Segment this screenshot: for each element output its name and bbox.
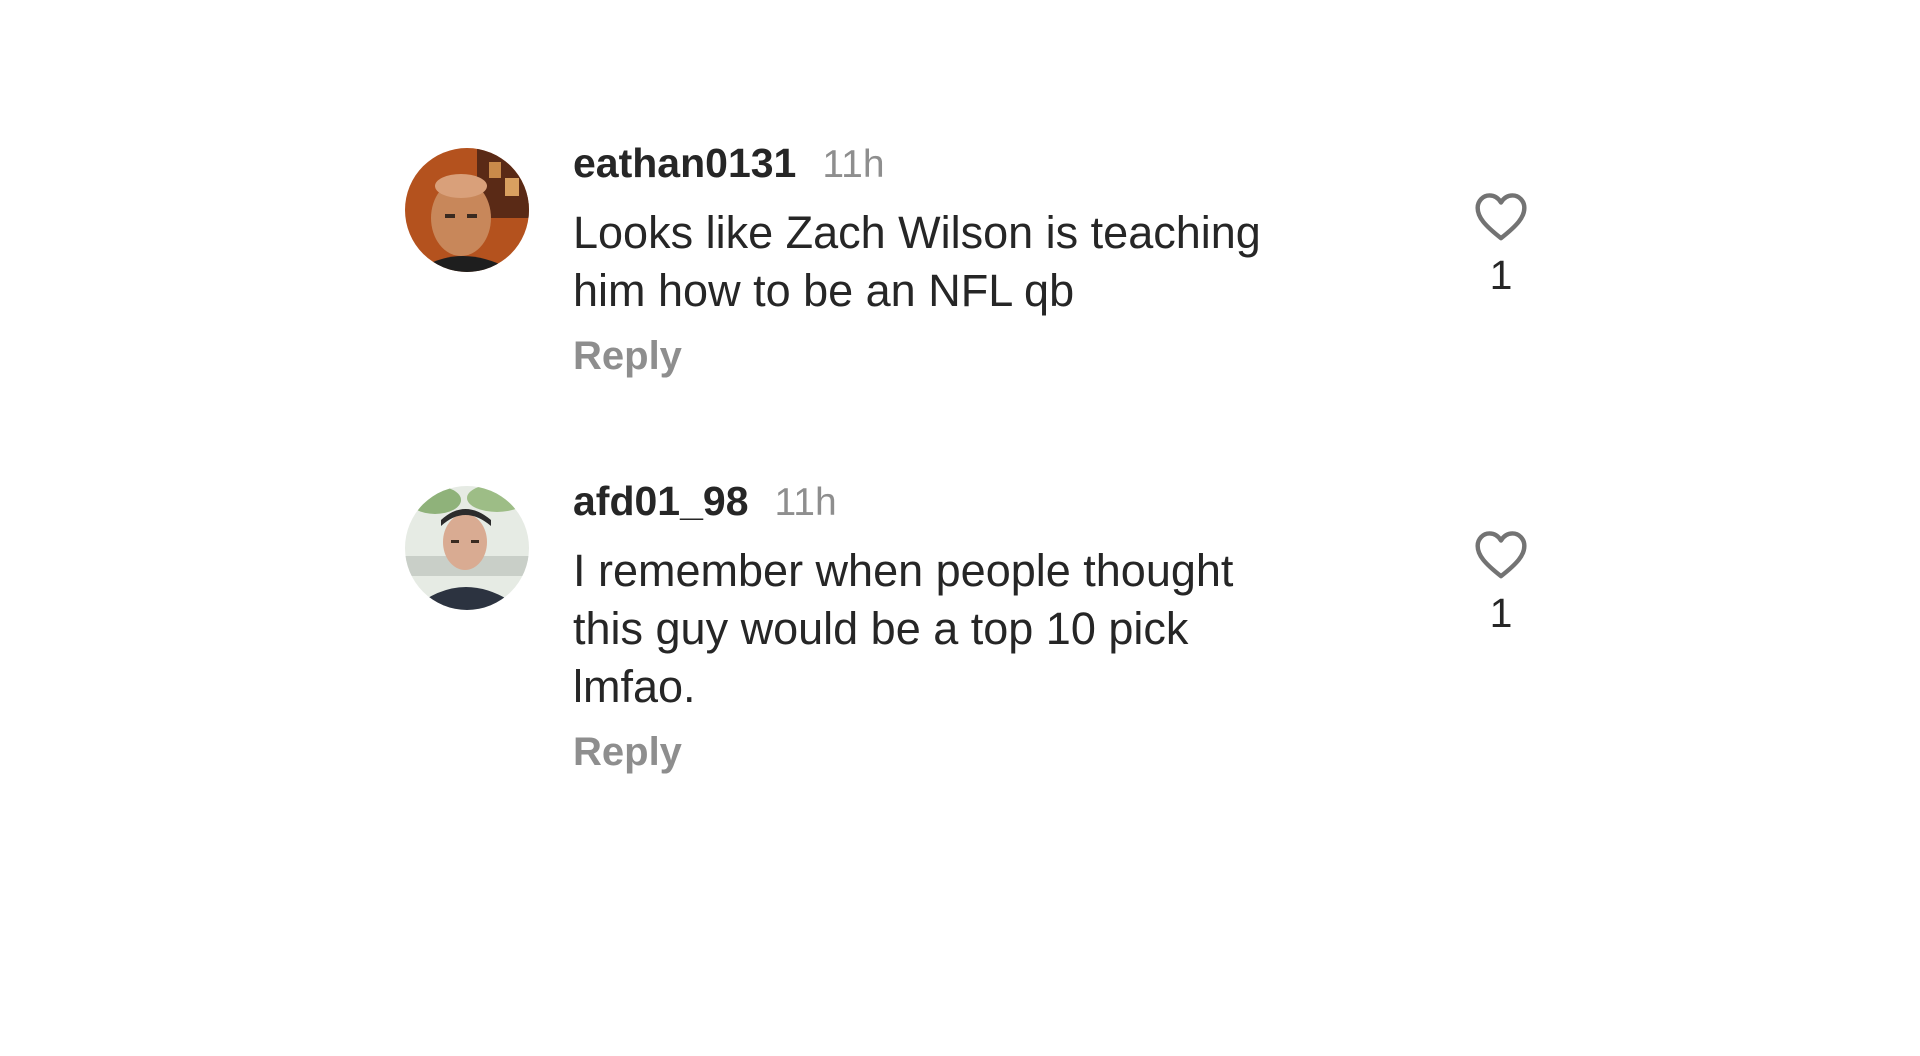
comment-text: I remember when people thought this guy … — [573, 545, 1234, 712]
comments-page: eathan0131 11h Looks like Zach Wilson is… — [0, 0, 1920, 1056]
reply-button[interactable]: Reply — [573, 730, 682, 775]
heart-outline-icon[interactable] — [1473, 190, 1529, 242]
like-control: 1 — [1468, 528, 1534, 637]
timestamp: 11h — [822, 143, 885, 186]
like-count: 1 — [1489, 252, 1513, 298]
like-count: 1 — [1489, 590, 1513, 636]
like-control: 1 — [1468, 190, 1534, 299]
username[interactable]: afd01_98 — [573, 478, 749, 525]
heart-outline-icon[interactable] — [1473, 528, 1529, 580]
comment-body: afd01_98 11h I remember when people thou… — [573, 478, 1373, 775]
comment-meta: eathan0131 11h — [573, 140, 1373, 192]
reply-button[interactable]: Reply — [573, 334, 682, 379]
comment-meta: afd01_98 11h — [573, 478, 1373, 530]
avatar[interactable] — [405, 148, 529, 272]
timestamp: 11h — [774, 481, 837, 524]
avatar[interactable] — [405, 486, 529, 610]
comment-body: eathan0131 11h Looks like Zach Wilson is… — [573, 140, 1373, 379]
username[interactable]: eathan0131 — [573, 140, 796, 187]
comment-text: Looks like Zach Wilson is teaching him h… — [573, 207, 1261, 316]
